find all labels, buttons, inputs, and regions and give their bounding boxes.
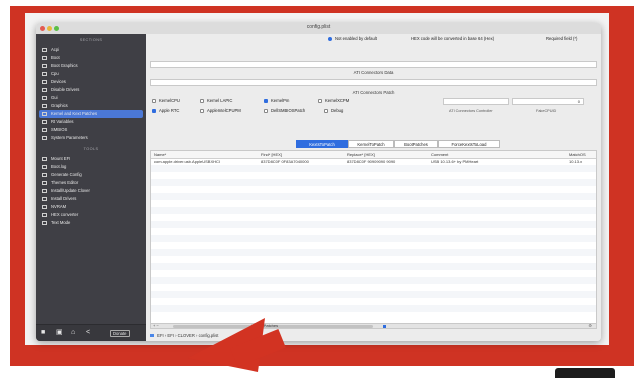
red-arrow-annotation — [188, 318, 286, 372]
black-tab-fragment — [555, 368, 615, 378]
